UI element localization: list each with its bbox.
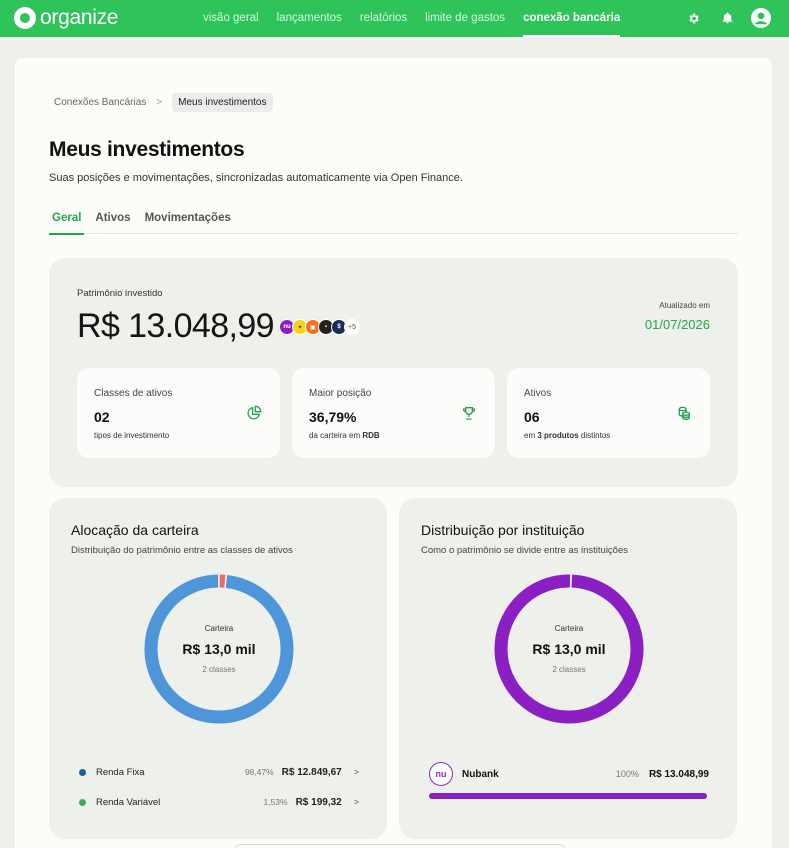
tabs: Geral Ativos Movimentações xyxy=(49,208,738,235)
legend-value: R$ 199,32 xyxy=(295,796,342,808)
donut-center-value: R$ 13,0 mil xyxy=(182,641,256,657)
institution-name: Nubank xyxy=(462,768,499,780)
main-card: Conexões Bancárias > Meus investimentos … xyxy=(15,58,772,848)
nubank-logo-icon: nu xyxy=(429,762,453,786)
legend-row-renda-fixa[interactable]: Renda Fixa 98,47% R$ 12.849,67 > xyxy=(79,764,359,780)
logo-mark-icon xyxy=(14,7,36,29)
stat-value: 06 xyxy=(524,409,540,425)
distribution-donut-center: Carteira R$ 13,0 mil 2 classes xyxy=(493,573,645,725)
patrimonio-value: R$ 13.048,99 xyxy=(77,307,275,345)
nav-relatorios[interactable]: relatórios xyxy=(351,0,416,37)
breadcrumb-separator: > xyxy=(156,97,163,108)
stat-label: Maior posição xyxy=(309,388,372,399)
stat-value: 36,79% xyxy=(309,409,357,425)
nav-limite-de-gastos[interactable]: limite de gastos xyxy=(416,0,514,37)
legend-name: Renda Variável xyxy=(96,796,161,808)
stat-sub: da carteira em RDB xyxy=(309,431,380,440)
trophy-icon xyxy=(461,405,477,421)
breadcrumb: Conexões Bancárias > Meus investimentos xyxy=(54,93,273,112)
donut-center-value: R$ 13,0 mil xyxy=(532,641,606,657)
tab-geral[interactable]: Geral xyxy=(49,208,85,235)
more-banks-count: +5 xyxy=(344,319,360,335)
legend-pct: 1,53% xyxy=(263,797,288,807)
stat-label: Ativos xyxy=(524,388,552,399)
institution-pct: 100% xyxy=(615,769,639,779)
institution-value: R$ 13.048,99 xyxy=(648,768,709,780)
main-nav: visão geral lançamentos relatórios limit… xyxy=(194,0,629,37)
legend-dot xyxy=(79,768,86,776)
page-subtitle: Suas posições e movimentações, sincroniz… xyxy=(49,172,463,184)
donut-center-label: Carteira xyxy=(204,624,234,633)
institution-row-nubank[interactable]: nu Nubank 100% R$ 13.048,99 xyxy=(429,762,709,786)
stat-value: 02 xyxy=(94,409,110,425)
patrimonio-card: Patrimônio investido R$ 13.048,99 nu ✦ ▣… xyxy=(49,258,738,487)
legend-name: Renda Fixa xyxy=(96,766,145,778)
donut-center-sub: 2 classes xyxy=(202,665,236,674)
pie-chart-icon xyxy=(246,405,262,421)
chevron-right-icon: > xyxy=(353,797,359,807)
bottom-card-edge xyxy=(235,844,565,848)
institution-share-bar xyxy=(429,793,707,799)
legend-pct: 98,47% xyxy=(244,767,274,777)
nav-visao-geral[interactable]: visão geral xyxy=(194,0,268,37)
distribution-subtitle: Como o patrimônio se divide entre as ins… xyxy=(421,545,628,556)
bank-logos[interactable]: nu ✦ ▣ ▪ $ +5 xyxy=(279,319,360,335)
top-navbar: organize visão geral lançamentos relatór… xyxy=(0,0,789,37)
tab-ativos[interactable]: Ativos xyxy=(92,208,133,234)
distribution-title: Distribuição por instituição xyxy=(421,522,585,538)
breadcrumb-parent[interactable]: Conexões Bancárias xyxy=(54,97,146,108)
gear-icon[interactable] xyxy=(683,8,703,28)
stat-classes-ativos: Classes de ativos 02 tipos de investimen… xyxy=(77,368,280,458)
updated-date: 01/07/2026 xyxy=(644,317,710,332)
bell-icon[interactable] xyxy=(717,8,737,28)
legend-dot xyxy=(79,798,86,806)
distribution-panel: Distribuição por instituição Como o patr… xyxy=(399,498,737,839)
stat-ativos: Ativos 06 em 3 produtos distintos xyxy=(507,368,710,458)
allocation-title: Alocação da carteira xyxy=(71,522,199,538)
page-title: Meus investimentos xyxy=(49,138,245,161)
allocation-subtitle: Distribuição do patrimônio entre as clas… xyxy=(71,545,293,556)
stat-maior-posicao: Maior posição 36,79% da carteira em RDB xyxy=(292,368,495,458)
user-avatar-icon[interactable] xyxy=(751,8,771,28)
donut-center-label: Carteira xyxy=(554,624,584,633)
allocation-panel: Alocação da carteira Distribuição do pat… xyxy=(49,498,387,839)
allocation-donut-center: Carteira R$ 13,0 mil 2 classes xyxy=(143,573,295,725)
stat-sub: em 3 produtos distintos xyxy=(524,431,611,440)
logo-text: organize xyxy=(40,6,119,29)
updated-label: Atualizado em xyxy=(659,301,710,310)
breadcrumb-current: Meus investimentos xyxy=(172,93,273,112)
nav-lancamentos[interactable]: lançamentos xyxy=(268,0,351,37)
donut-center-sub: 2 classes xyxy=(552,665,586,674)
coins-icon xyxy=(676,405,692,421)
stat-label: Classes de ativos xyxy=(94,388,173,399)
top-icons xyxy=(683,8,771,28)
chevron-right-icon: > xyxy=(353,767,359,777)
stat-sub: tipos de investimento xyxy=(94,431,170,440)
tab-movimentacoes[interactable]: Movimentações xyxy=(142,208,234,234)
legend-value: R$ 12.849,67 xyxy=(281,766,342,778)
patrimonio-label: Patrimônio investido xyxy=(77,288,163,299)
app-logo[interactable]: organize xyxy=(14,6,118,30)
nav-conexao-bancaria[interactable]: conexão bancária xyxy=(514,0,629,37)
legend-row-renda-variavel[interactable]: Renda Variável 1,53% R$ 199,32 > xyxy=(79,794,359,810)
